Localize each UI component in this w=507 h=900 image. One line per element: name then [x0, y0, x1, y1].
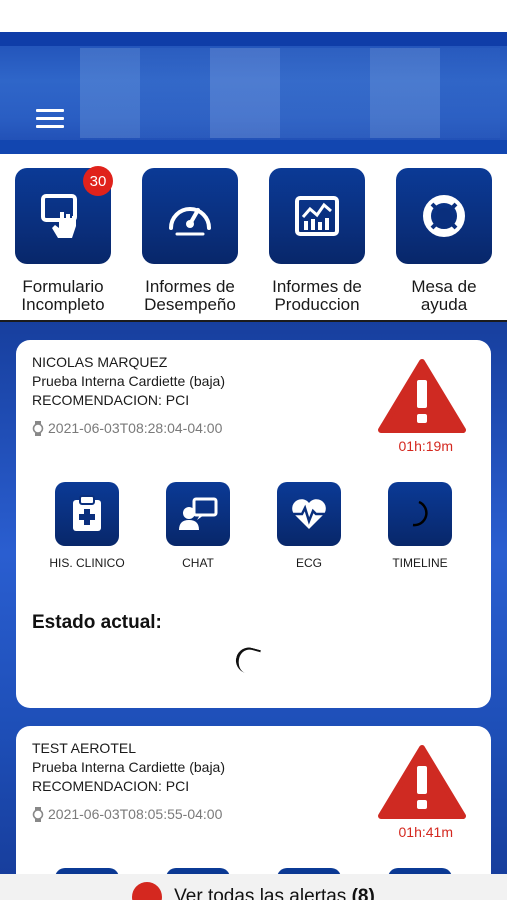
- quick-action-label: Informes de Desempeño: [144, 277, 236, 314]
- heart-pulse-icon: [277, 482, 341, 546]
- elapsed-time: 01h:19m: [398, 438, 453, 454]
- recommendation: RECOMENDACION: PCI: [32, 778, 190, 794]
- header-banner-image: [80, 48, 500, 138]
- status-bar: [0, 0, 507, 32]
- hamburger-menu-icon[interactable]: [36, 109, 64, 131]
- alert-timestamp: 2021-06-03T08:28:04-04:00: [32, 420, 222, 436]
- timeline-loading-icon: [388, 482, 452, 546]
- test-name: Prueba Interna Cardiette (baja): [32, 759, 225, 775]
- warning-triangle-icon: [378, 745, 466, 819]
- quick-action-mesa-ayuda[interactable]: Mesa de ayuda: [389, 168, 499, 314]
- patient-name: NICOLAS MARQUEZ: [32, 354, 168, 370]
- action-label: CHAT: [182, 556, 214, 570]
- watch-icon: [32, 420, 44, 436]
- lifebuoy-icon: [396, 168, 492, 264]
- alert-card[interactable]: NICOLAS MARQUEZ Prueba Interna Cardiette…: [16, 340, 491, 708]
- alert-circle-icon: [132, 882, 163, 900]
- loading-spinner-icon: [233, 644, 261, 676]
- action-label: TIMELINE: [392, 556, 448, 570]
- quick-action-label: Formulario Incompleto: [21, 277, 105, 314]
- alert-timestamp: 2021-06-03T08:05:55-04:00: [32, 806, 222, 822]
- warning-triangle-icon: [378, 359, 466, 433]
- notification-badge: 30: [83, 166, 113, 196]
- quick-action-informes-desempeno[interactable]: Informes de Desempeño: [135, 168, 245, 314]
- clipboard-plus-icon: [55, 482, 119, 546]
- current-status-label: Estado actual:: [32, 612, 162, 633]
- touch-form-icon: 30: [15, 166, 113, 264]
- view-all-alerts-text: Ver todas las alertas (8): [174, 886, 375, 900]
- quick-action-informes-produccion[interactable]: Informes de Produccion: [262, 168, 372, 314]
- quick-action-formulario-incompleto[interactable]: 30 Formulario Incompleto: [8, 166, 118, 314]
- test-name: Prueba Interna Cardiette (baja): [32, 373, 225, 389]
- view-all-alerts-bar[interactable]: Ver todas las alertas (8): [0, 874, 507, 900]
- app-header: [0, 32, 507, 154]
- ecg-button[interactable]: ECG: [264, 482, 354, 570]
- action-label: ECG: [295, 556, 322, 570]
- elapsed-time: 01h:41m: [398, 824, 453, 840]
- quick-actions-bar: 30 Formulario Incompleto Informes de Des…: [0, 154, 507, 322]
- quick-action-label: Informes de Produccion: [272, 277, 362, 314]
- timeline-button[interactable]: TIMELINE: [375, 482, 465, 570]
- watch-icon: [32, 806, 44, 822]
- recommendation: RECOMENDACION: PCI: [32, 392, 190, 408]
- chat-button[interactable]: CHAT: [153, 482, 243, 570]
- alerts-feed[interactable]: NICOLAS MARQUEZ Prueba Interna Cardiette…: [0, 322, 507, 900]
- speedometer-icon: [142, 168, 238, 264]
- chart-icon: [269, 168, 365, 264]
- his-clinico-button[interactable]: HIS. CLINICO: [42, 482, 132, 570]
- chat-user-icon: [166, 482, 230, 546]
- quick-action-label: Mesa de ayuda: [411, 277, 477, 314]
- patient-name: TEST AEROTEL: [32, 740, 136, 756]
- action-label: HIS. CLINICO: [49, 556, 125, 570]
